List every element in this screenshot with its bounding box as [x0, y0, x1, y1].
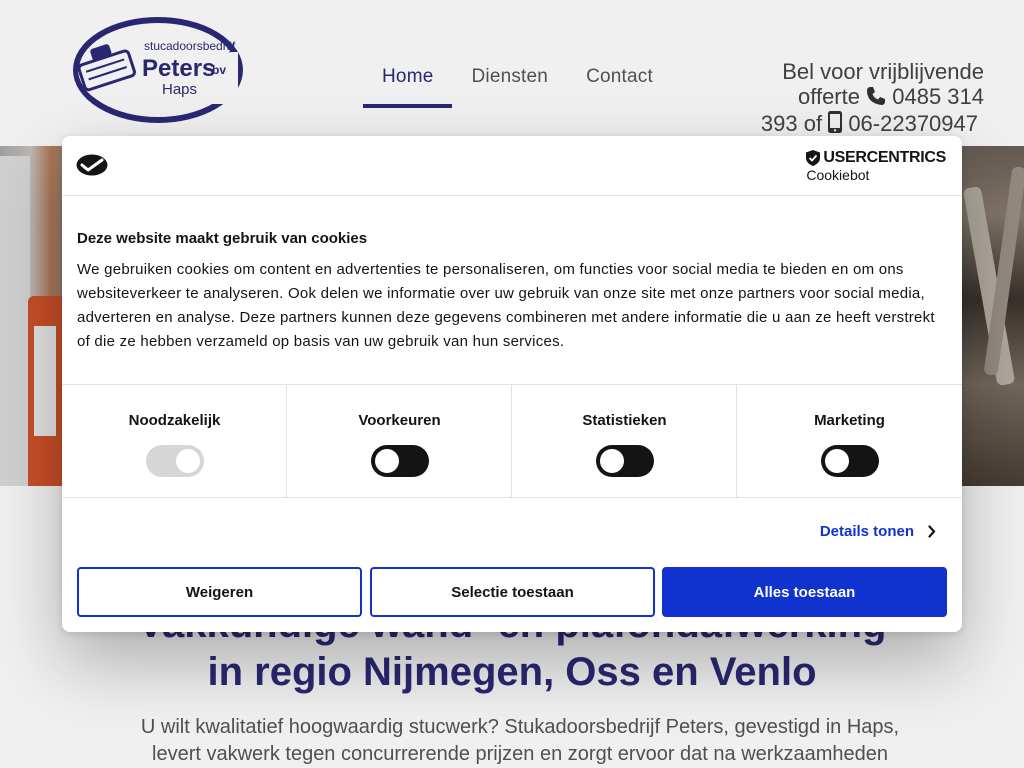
brand-subtitle: Cookiebot	[806, 167, 870, 183]
cookie-dialog-title: Deze website maakt gebruik van cookies	[77, 230, 368, 247]
allow-selection-button[interactable]: Selectie toestaan	[370, 567, 655, 617]
cookie-dialog-header: USERCENTRICS Cookiebot	[62, 136, 962, 196]
category-label: Voorkeuren	[358, 412, 441, 429]
toggle-marketing[interactable]	[821, 445, 879, 477]
cookie-dialog-text: We gebruiken cookies om content en adver…	[77, 261, 935, 350]
allow-all-button[interactable]: Alles toestaan	[662, 567, 947, 617]
category-voorkeuren: Voorkeuren	[287, 385, 512, 497]
brand-name: USERCENTRICS	[823, 149, 946, 166]
cookie-categories: Noodzakelijk Voorkeuren Statistieken Mar…	[62, 384, 962, 498]
category-label: Statistieken	[582, 412, 667, 429]
usercentrics-brand[interactable]: USERCENTRICS Cookiebot	[806, 149, 946, 183]
shield-icon	[806, 150, 821, 166]
category-statistieken: Statistieken	[512, 385, 737, 497]
toggle-noodzakelijk	[146, 445, 204, 477]
deny-button[interactable]: Weigeren	[77, 567, 362, 617]
toggle-voorkeuren[interactable]	[371, 445, 429, 477]
cookiebot-logo-icon	[76, 154, 108, 181]
chevron-right-icon	[928, 525, 936, 538]
category-noodzakelijk: Noodzakelijk	[62, 385, 287, 497]
details-label: Details tonen	[819, 523, 914, 540]
category-label: Marketing	[814, 412, 885, 429]
toggle-statistieken[interactable]	[596, 445, 654, 477]
details-toggle-link[interactable]: Details tonen	[820, 523, 936, 540]
cookie-consent-dialog: USERCENTRICS Cookiebot Deze website maak…	[62, 136, 962, 632]
category-label: Noodzakelijk	[128, 412, 221, 429]
category-marketing: Marketing	[737, 385, 962, 497]
